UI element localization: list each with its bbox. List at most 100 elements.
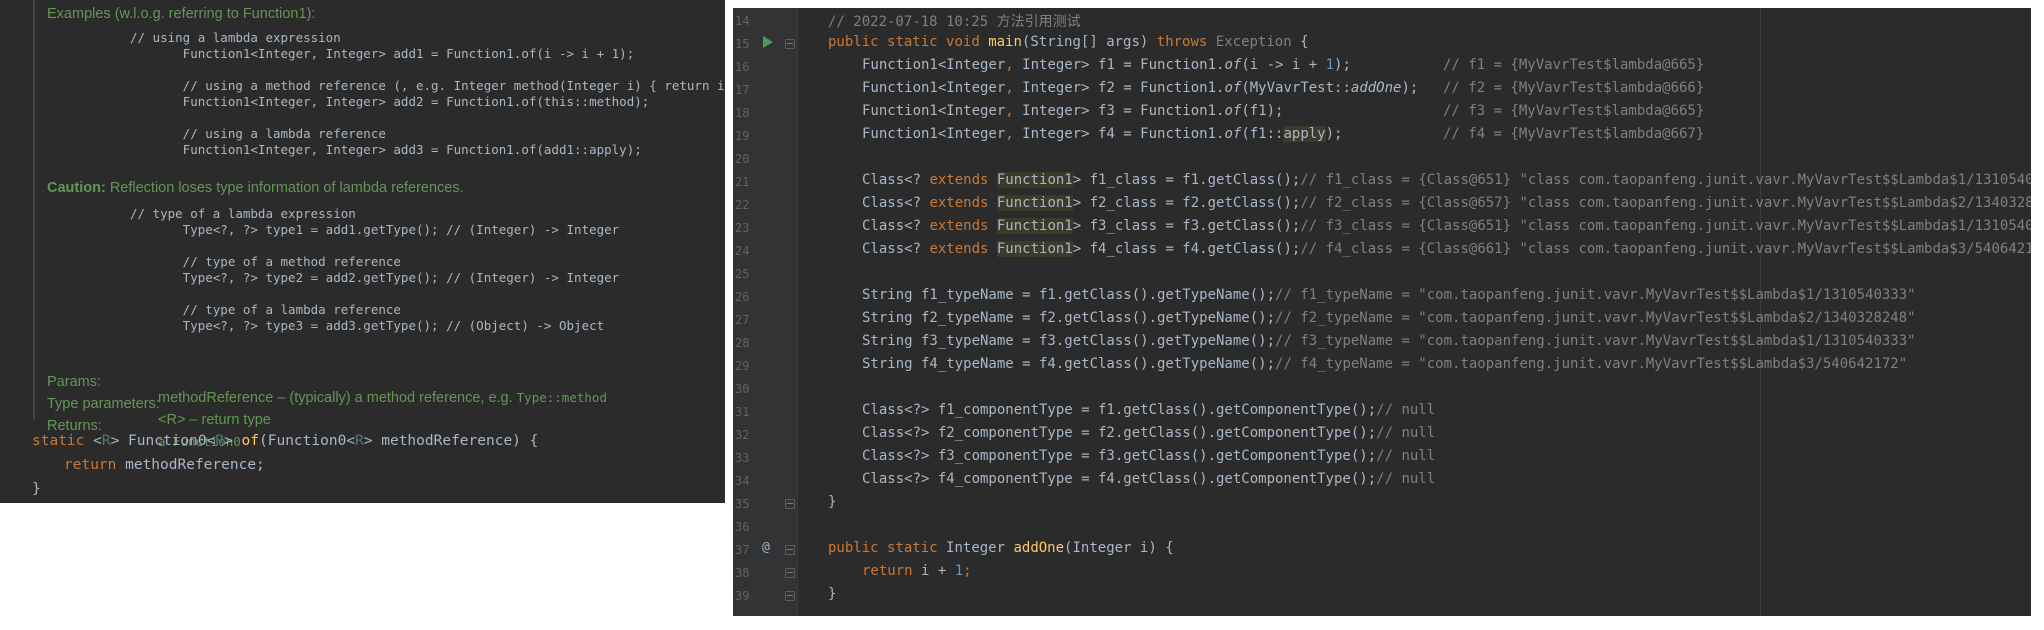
code-line[interactable]: 33 Class<?> f3_componentType = f3.getCla… xyxy=(733,447,2031,470)
examples-heading: Examples (w.l.o.g. referring to Function… xyxy=(47,6,316,22)
method-close-brace: } xyxy=(32,481,41,497)
code-line[interactable]: 25 xyxy=(733,263,2031,286)
code-line[interactable]: 29 String f4_typeName = f4.getClass().ge… xyxy=(733,355,2031,378)
code-line[interactable]: 35 } xyxy=(733,493,2031,516)
code-line[interactable]: 34 Class<?> f4_componentType = f4.getCla… xyxy=(733,470,2031,493)
highlighted-type: Function1 xyxy=(996,241,1073,257)
keyword: static xyxy=(887,540,947,556)
code-text: return i + 1; xyxy=(862,563,972,579)
code-text: } xyxy=(828,586,837,602)
inline-debug-hint: // null xyxy=(1376,448,1436,464)
code-token: i + xyxy=(921,563,955,579)
fold-icon[interactable] xyxy=(785,39,795,49)
code-token: Integer> f4 = Function1. xyxy=(1022,126,1225,142)
doc-code-line: // using a lambda reference xyxy=(130,126,386,141)
code-line[interactable]: 18 Function1<Integer, Integer> f3 = Func… xyxy=(733,102,2031,125)
code-text: Function1<Integer, Integer> f1 = Functio… xyxy=(862,57,1351,73)
fold-icon[interactable] xyxy=(785,499,795,509)
code-token: Integer> f3 = Function1. xyxy=(1022,103,1225,119)
inline-debug-hint: // f3 = {MyVavrTest$lambda@665} xyxy=(1443,103,1705,119)
code-line[interactable]: 26 String f1_typeName = f1.getClass().ge… xyxy=(733,286,2031,309)
code-token: (String[] args) xyxy=(1021,34,1157,50)
inline-debug-hint: // f1_class = {Class@651} "class com.tao… xyxy=(1300,172,2031,188)
number-literal: 1 xyxy=(954,563,964,579)
code-line[interactable]: 15 public static void main(String[] args… xyxy=(733,33,2031,56)
line-number: 33 xyxy=(735,451,750,465)
doc-code-line: // using a method reference (, e.g. Inte… xyxy=(130,78,725,93)
code-line[interactable]: 36 xyxy=(733,516,2031,539)
code-line[interactable]: 37 @ public static Integer addOne(Intege… xyxy=(733,539,2031,562)
code-line[interactable]: 31 Class<?> f1_componentType = f1.getCla… xyxy=(733,401,2031,424)
code-line[interactable]: 17 Function1<Integer, Integer> f2 = Func… xyxy=(733,79,2031,102)
run-icon[interactable] xyxy=(763,36,773,48)
code-line[interactable]: 38 return i + 1; xyxy=(733,562,2031,585)
code-line[interactable]: 20 xyxy=(733,148,2031,171)
code-line[interactable]: 14 // 2022-07-18 10:25 方法引用测试 xyxy=(733,10,2031,33)
code-token: (Integer i) { xyxy=(1064,540,1174,556)
line-number: 35 xyxy=(735,497,750,511)
keyword: return xyxy=(862,563,922,579)
code-token: > f4_class = f4.getClass(); xyxy=(1072,241,1301,257)
code-text: // 2022-07-18 10:25 方法引用测试 xyxy=(828,11,1081,31)
fold-icon[interactable] xyxy=(785,568,795,578)
caution-note: Caution: Reflection loses type informati… xyxy=(47,180,464,196)
quick-documentation-panel: Examples (w.l.o.g. referring to Function… xyxy=(0,0,725,503)
line-number: 21 xyxy=(735,175,750,189)
static-call: of xyxy=(1224,80,1242,96)
code-editor[interactable]: 14 // 2022-07-18 10:25 方法引用测试 15 public … xyxy=(733,8,2031,616)
override-at-icon[interactable]: @ xyxy=(762,540,770,555)
line-number: 39 xyxy=(735,589,750,603)
code-token: Class<?> f2_componentType = f2.getClass(… xyxy=(862,425,1377,441)
doc-code-line: Function1<Integer, Integer> add3 = Funct… xyxy=(130,142,642,157)
inline-debug-hint: // null xyxy=(1376,471,1436,487)
method-signature: static <R> Function0<R> of(Function0<R> … xyxy=(32,433,538,449)
code-text: String f2_typeName = f2.getClass().getTy… xyxy=(862,310,1916,326)
fold-icon[interactable] xyxy=(785,591,795,601)
code-token: { xyxy=(1291,34,1309,50)
keyword: extends xyxy=(929,195,997,211)
code-line[interactable]: 28 String f3_typeName = f3.getClass().ge… xyxy=(733,332,2031,355)
inline-debug-hint: // f4_class = {Class@661} "class com.tao… xyxy=(1300,241,2031,257)
line-number: 34 xyxy=(735,474,750,488)
method-name: addOne xyxy=(1013,540,1065,556)
keyword: void xyxy=(946,34,989,50)
code-line[interactable]: 30 xyxy=(733,378,2031,401)
code-text: Function1<Integer, Integer> f3 = Functio… xyxy=(862,103,1283,119)
code-line[interactable]: 39 } xyxy=(733,585,2031,608)
keyword: public xyxy=(828,540,888,556)
code-text: Class<? extends Function1> f1_class = f1… xyxy=(862,172,2031,188)
fold-icon[interactable] xyxy=(785,545,795,555)
code-token: ); xyxy=(1325,126,1343,142)
code-text: Function1<Integer, Integer> f2 = Functio… xyxy=(862,80,1418,96)
inline-debug-hint: // f1 = {MyVavrTest$lambda@665} xyxy=(1443,57,1705,73)
code-token: , xyxy=(1005,80,1023,96)
sig-token: > xyxy=(224,433,242,449)
returns-key: Returns: xyxy=(47,418,102,434)
code-line[interactable]: 21 Class<? extends Function1> f1_class =… xyxy=(733,171,2031,194)
code-token: Function1<Integer xyxy=(862,126,1006,142)
line-number: 38 xyxy=(735,566,750,580)
code-token: ); xyxy=(1334,57,1351,73)
method-name: main xyxy=(988,34,1022,50)
line-number: 19 xyxy=(735,129,750,143)
code-line[interactable]: 19 Function1<Integer, Integer> f4 = Func… xyxy=(733,125,2031,148)
line-number: 29 xyxy=(735,359,750,373)
code-line[interactable]: 32 Class<?> f2_componentType = f2.getCla… xyxy=(733,424,2031,447)
code-line[interactable]: 24 Class<? extends Function1> f4_class =… xyxy=(733,240,2031,263)
type-name: Exception xyxy=(1215,34,1292,50)
code-line[interactable]: 16 Function1<Integer, Integer> f1 = Func… xyxy=(733,56,2031,79)
line-number: 20 xyxy=(735,152,750,166)
line-number: 31 xyxy=(735,405,750,419)
inline-debug-hint: // f4_typeName = "com.taopanfeng.junit.v… xyxy=(1275,356,1908,372)
line-number: 28 xyxy=(735,336,750,350)
line-number: 16 xyxy=(735,60,750,74)
code-line[interactable]: 27 String f2_typeName = f2.getClass().ge… xyxy=(733,309,2031,332)
code-line[interactable]: 23 Class<? extends Function1> f3_class =… xyxy=(733,217,2031,240)
inline-debug-hint: // null xyxy=(1376,425,1436,441)
doc-code-line: Type<?, ?> type3 = add3.getType(); // (O… xyxy=(130,318,605,333)
static-call: of xyxy=(1224,103,1242,119)
code-token: > f3_class = f3.getClass(); xyxy=(1072,218,1301,234)
code-line[interactable]: 22 Class<? extends Function1> f2_class =… xyxy=(733,194,2031,217)
keyword: extends xyxy=(929,241,997,257)
code-token: Function1<Integer xyxy=(862,80,1006,96)
